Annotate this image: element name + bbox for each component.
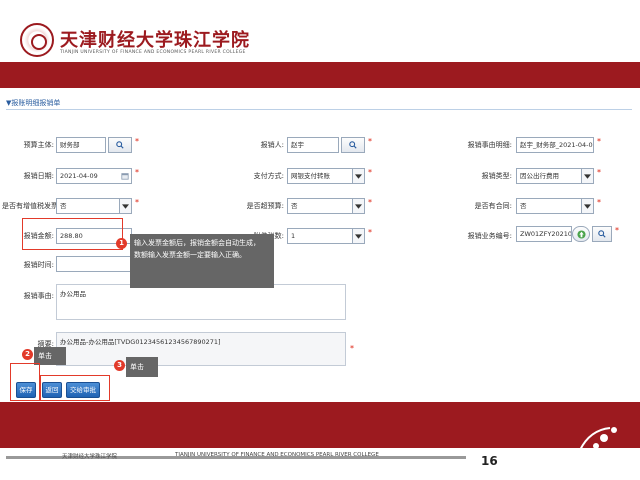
remark-label: 报销事由: (23, 292, 54, 300)
person-search-button[interactable] (341, 137, 365, 153)
footer-college-cn: 天津财经大学珠江学院 (62, 454, 118, 460)
contract-value: 否 (520, 202, 527, 210)
required-mark: * (135, 198, 139, 207)
callout-line-2: 数额输入发票金额一定要输入正确。 (134, 251, 246, 259)
chevron-down-icon[interactable] (352, 169, 364, 183)
required-mark: * (135, 168, 139, 177)
required-mark: * (597, 137, 601, 146)
required-mark: * (615, 226, 619, 235)
search-icon (598, 230, 606, 238)
project-field[interactable]: 赵宇_财务部_2021-04-09 (516, 137, 594, 153)
header: 天津财经大学珠江学院 TIANJIN UNIVERSITY OF FINANCE… (0, 0, 640, 62)
contract-select[interactable]: 否 (516, 198, 594, 214)
date-field[interactable]: 2021-04-09 (56, 168, 132, 184)
chevron-down-icon[interactable] (581, 169, 593, 183)
footer-college-en: TIANJIN UNIVERSITY OF FINANCE AND ECONOM… (175, 452, 379, 458)
required-mark: * (350, 344, 354, 353)
college-name-en: TIANJIN UNIVERSITY OF FINANCE AND ECONOM… (60, 50, 246, 55)
step-1-badge: 1 (116, 238, 127, 249)
remark-textarea[interactable]: 办公用品 (56, 284, 346, 320)
amount-highlight-box (22, 218, 123, 250)
invoice-search-button[interactable] (592, 226, 612, 242)
attach-value: 1 (291, 232, 296, 240)
required-mark: * (368, 198, 372, 207)
required-mark: * (597, 168, 601, 177)
date-value: 2021-04-09 (60, 172, 98, 180)
invoice-field[interactable]: ZW01ZFY20210409 (516, 226, 572, 242)
step-2-badge: 2 (22, 349, 33, 360)
time-field[interactable] (56, 256, 132, 272)
payment-select[interactable]: 网银支付转账 (287, 168, 365, 184)
required-mark: * (368, 168, 372, 177)
chevron-down-icon[interactable] (119, 199, 131, 213)
page-number: 16 (481, 454, 498, 468)
type-value: 因公出行费用 (520, 172, 559, 180)
callout-line-1: 输入发票金额后，报销金额会自动生成， (134, 239, 260, 247)
type-label: 报销类型: (481, 172, 512, 180)
payment-value: 网银支付转账 (291, 172, 330, 180)
vat-label: 是否有增值税发票: (2, 202, 61, 210)
return-button[interactable]: 返回 (42, 382, 62, 398)
type-select[interactable]: 因公出行费用 (516, 168, 594, 184)
upload-icon (576, 229, 586, 239)
step-3-badge: 3 (114, 360, 125, 371)
search-icon (116, 141, 124, 149)
required-mark: * (368, 137, 372, 146)
contract-label: 是否有合同: (474, 202, 512, 210)
chevron-down-icon[interactable] (352, 229, 364, 243)
section-title: ▼报账明细报销单 (6, 99, 61, 107)
budget-label: 是否超预算: (246, 202, 284, 210)
person-label: 报销人: (260, 141, 284, 149)
header-red-band (0, 62, 640, 88)
submit-approval-button[interactable]: 交给审批 (66, 382, 100, 398)
college-name-cn: 天津财经大学珠江学院 (60, 30, 250, 51)
time-label: 报销时间: (23, 261, 54, 269)
required-mark: * (597, 198, 601, 207)
chevron-down-icon[interactable] (352, 199, 364, 213)
attach-select[interactable]: 1 (287, 228, 365, 244)
step-3-callout: 单击 (126, 357, 158, 377)
step-1-callout: 输入发票金额后，报销金额会自动生成， 数额输入发票金额一定要输入正确。 (130, 234, 274, 288)
section-divider (6, 109, 632, 110)
project-label: 报销事由明细: (467, 141, 512, 149)
slide-page: 天津财经大学珠江学院 TIANJIN UNIVERSITY OF FINANCE… (0, 0, 640, 480)
vat-value: 否 (60, 202, 67, 210)
vat-select[interactable]: 否 (56, 198, 132, 214)
dept-label: 预算主体: (23, 141, 54, 149)
calendar-icon[interactable] (121, 172, 129, 180)
dept-search-button[interactable] (108, 137, 132, 153)
upload-button[interactable] (572, 226, 590, 242)
budget-value: 否 (291, 202, 298, 210)
invoice-label: 报销业务编号: (467, 232, 512, 240)
search-icon (349, 141, 357, 149)
decorative-dots-icon (579, 427, 617, 451)
required-mark: * (135, 137, 139, 146)
save-button[interactable]: 保存 (16, 382, 36, 398)
summary-textarea[interactable]: 办公用品-办公用品[TVDG01234561234567890271] (56, 332, 346, 366)
chevron-down-icon[interactable] (581, 199, 593, 213)
footer-red-band (0, 402, 640, 448)
college-seal-logo (20, 23, 54, 57)
budget-select[interactable]: 否 (287, 198, 365, 214)
required-mark: * (368, 228, 372, 237)
date-label: 报销日期: (23, 172, 54, 180)
dept-field[interactable]: 财务部 (56, 137, 106, 153)
person-field[interactable]: 赵宇 (287, 137, 339, 153)
payment-label: 支付方式: (253, 172, 284, 180)
